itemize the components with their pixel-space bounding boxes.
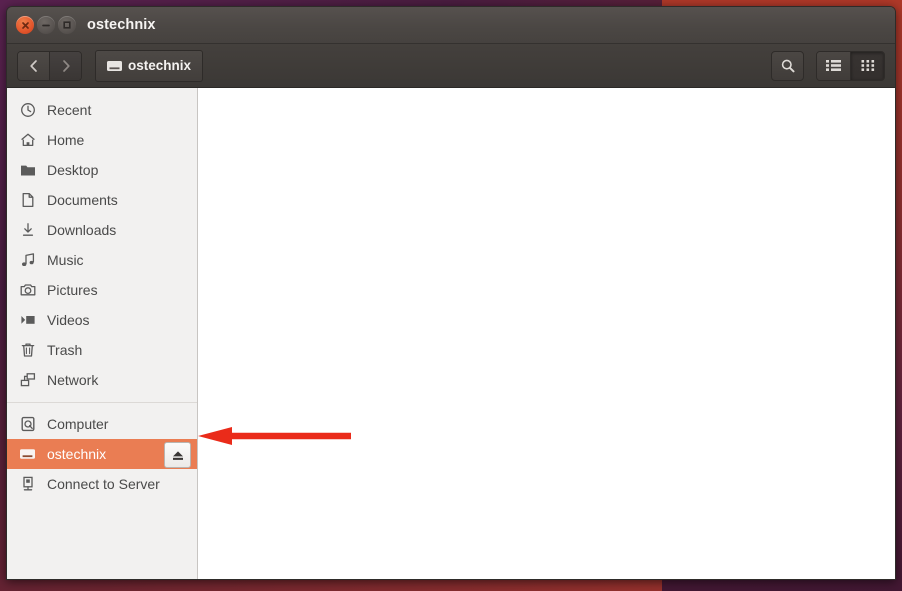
forward-button[interactable] bbox=[49, 51, 81, 80]
minimize-button[interactable] bbox=[37, 16, 55, 34]
sidebar-item-label: Trash bbox=[47, 342, 83, 358]
video-icon bbox=[19, 312, 36, 329]
close-icon bbox=[21, 21, 29, 29]
drive-icon bbox=[19, 446, 36, 463]
sidebar-item-label: Home bbox=[47, 132, 85, 148]
sidebar-item-label: Connect to Server bbox=[47, 476, 160, 492]
maximize-button[interactable] bbox=[58, 16, 76, 34]
document-icon bbox=[19, 192, 36, 209]
network-icon bbox=[19, 372, 36, 389]
music-icon bbox=[19, 252, 36, 269]
sidebar-item-pictures[interactable]: Pictures bbox=[7, 275, 197, 305]
navigation-buttons bbox=[17, 50, 82, 81]
toolbar: ostechnix bbox=[7, 44, 895, 88]
close-button[interactable] bbox=[16, 16, 34, 34]
sidebar-item-videos[interactable]: Videos bbox=[7, 305, 197, 335]
sidebar-item-desktop[interactable]: Desktop bbox=[7, 155, 197, 185]
window-body: Recent Home Desktop Documents Downloads … bbox=[7, 88, 895, 579]
sidebar-separator bbox=[7, 402, 197, 403]
sidebar-item-label: Videos bbox=[47, 312, 90, 328]
sidebar-item-music[interactable]: Music bbox=[7, 245, 197, 275]
path-button-ostechnix[interactable]: ostechnix bbox=[95, 49, 204, 82]
sidebar: Recent Home Desktop Documents Downloads … bbox=[7, 88, 198, 579]
view-mode-group bbox=[816, 50, 885, 81]
sidebar-item-computer[interactable]: Computer bbox=[7, 409, 197, 439]
sidebar-item-documents[interactable]: Documents bbox=[7, 185, 197, 215]
sidebar-item-label: Pictures bbox=[47, 282, 98, 298]
grid-view-button[interactable] bbox=[850, 51, 884, 80]
sidebar-item-downloads[interactable]: Downloads bbox=[7, 215, 197, 245]
sidebar-item-home[interactable]: Home bbox=[7, 125, 197, 155]
sidebar-item-label: Downloads bbox=[47, 222, 117, 238]
grid-view-icon bbox=[861, 60, 874, 71]
folder-icon bbox=[19, 162, 36, 179]
sidebar-item-label: Recent bbox=[47, 102, 92, 118]
sidebar-item-trash[interactable]: Trash bbox=[7, 335, 197, 365]
maximize-icon bbox=[63, 21, 71, 29]
window-title: ostechnix bbox=[87, 17, 156, 33]
drive-icon bbox=[107, 60, 122, 71]
chevron-right-icon bbox=[62, 59, 70, 72]
sidebar-item-label: Music bbox=[47, 252, 84, 268]
window-titlebar: ostechnix bbox=[7, 7, 895, 44]
eject-icon bbox=[172, 450, 183, 460]
window-controls bbox=[16, 16, 76, 34]
path-button-label: ostechnix bbox=[128, 58, 192, 73]
sidebar-item-network[interactable]: Network bbox=[7, 365, 197, 395]
home-icon bbox=[19, 132, 36, 149]
download-icon bbox=[19, 222, 36, 239]
sidebar-item-label: Documents bbox=[47, 192, 118, 208]
file-manager-window: ostechnix ostechnix Recent Home Desktop … bbox=[6, 6, 896, 580]
computer-icon bbox=[19, 416, 36, 433]
chevron-left-icon bbox=[29, 59, 37, 72]
server-icon bbox=[19, 476, 36, 493]
minimize-icon bbox=[42, 24, 50, 26]
camera-icon bbox=[19, 282, 36, 299]
list-view-icon bbox=[826, 60, 841, 71]
trash-icon bbox=[19, 342, 36, 359]
list-view-button[interactable] bbox=[817, 51, 850, 80]
toolbar-right-group bbox=[771, 50, 885, 81]
sidebar-item-ostechnix[interactable]: ostechnix bbox=[7, 439, 197, 469]
back-button[interactable] bbox=[18, 51, 49, 80]
sidebar-item-recent[interactable]: Recent bbox=[7, 95, 197, 125]
search-button[interactable] bbox=[771, 50, 804, 81]
clock-icon bbox=[19, 102, 36, 119]
sidebar-item-label: Network bbox=[47, 372, 99, 388]
sidebar-item-label: ostechnix bbox=[47, 446, 107, 462]
sidebar-item-label: Desktop bbox=[47, 162, 99, 178]
sidebar-item-label: Computer bbox=[47, 416, 109, 432]
eject-button[interactable] bbox=[164, 442, 191, 468]
file-list-area[interactable] bbox=[198, 88, 895, 579]
search-icon bbox=[781, 59, 795, 72]
sidebar-item-connect-to-server[interactable]: Connect to Server bbox=[7, 469, 197, 499]
